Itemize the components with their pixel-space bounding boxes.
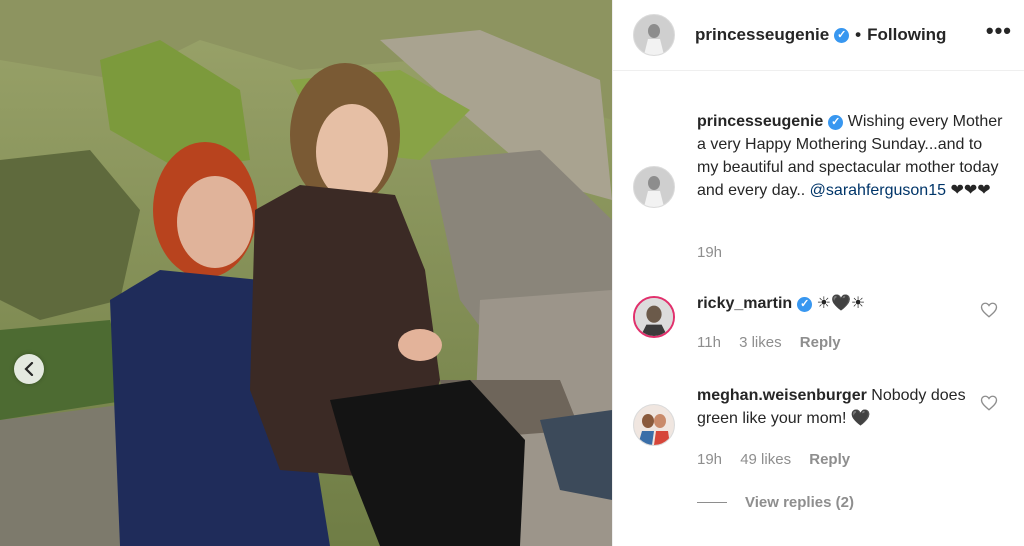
post-side-panel: princesseugenie ✓ • Following ••• prince… bbox=[612, 0, 1024, 546]
avatar[interactable] bbox=[633, 166, 675, 208]
reply-button[interactable]: Reply bbox=[800, 334, 841, 351]
comment-meta: 11h 3 likes Reply bbox=[697, 334, 855, 351]
verified-badge-icon: ✓ bbox=[834, 27, 850, 43]
post-caption: princesseugenie ✓ Wishing every Mother a … bbox=[633, 110, 1004, 250]
divider bbox=[697, 502, 727, 503]
comment-likes[interactable]: 49 likes bbox=[740, 451, 791, 468]
post-username[interactable]: princesseugenie bbox=[695, 25, 829, 45]
comment-text: meghan.weisenburger Nobody does green li… bbox=[697, 384, 980, 430]
comment-time[interactable]: 11h bbox=[697, 334, 721, 351]
comment-likes[interactable]: 3 likes bbox=[739, 334, 782, 351]
comment-body: ☀🖤☀ bbox=[816, 295, 866, 312]
caption-meta: 19h bbox=[697, 244, 736, 261]
list-item: meghan.weisenburger Nobody does green li… bbox=[633, 387, 1004, 448]
carousel-prev-button[interactable] bbox=[14, 354, 44, 384]
caption-emoji: ❤❤❤ bbox=[950, 182, 991, 199]
reply-button[interactable]: Reply bbox=[809, 451, 850, 468]
avatar[interactable] bbox=[633, 404, 675, 446]
like-heart-icon[interactable] bbox=[980, 394, 998, 412]
view-replies-button[interactable]: View replies (2) bbox=[697, 494, 854, 511]
avatar[interactable] bbox=[633, 14, 675, 56]
view-replies-label: View replies (2) bbox=[745, 494, 854, 511]
avatar[interactable] bbox=[633, 296, 675, 338]
like-heart-icon[interactable] bbox=[980, 301, 998, 319]
comment-meta: 19h 49 likes Reply bbox=[697, 451, 864, 468]
comment-text: ricky_martin ✓ ☀🖤☀ bbox=[697, 292, 980, 315]
comment-username[interactable]: meghan.weisenburger bbox=[697, 387, 867, 404]
caption-text: princesseugenie ✓ Wishing every Mother a … bbox=[697, 110, 1004, 202]
post-photo[interactable] bbox=[0, 0, 612, 546]
caption-username[interactable]: princesseugenie bbox=[697, 113, 823, 130]
post-header: princesseugenie ✓ • Following ••• bbox=[613, 0, 1024, 71]
verified-badge-icon: ✓ bbox=[828, 115, 844, 130]
caption-time[interactable]: 19h bbox=[697, 244, 722, 261]
more-options-icon[interactable]: ••• bbox=[986, 20, 1012, 42]
verified-badge-icon: ✓ bbox=[797, 297, 813, 312]
comment-time[interactable]: 19h bbox=[697, 451, 722, 468]
separator-dot: • bbox=[855, 25, 862, 44]
following-button[interactable]: Following bbox=[867, 25, 946, 45]
chevron-left-icon bbox=[24, 362, 34, 376]
comment-username[interactable]: ricky_martin bbox=[697, 295, 792, 312]
mention-link[interactable]: @sarahferguson15 bbox=[810, 182, 946, 199]
